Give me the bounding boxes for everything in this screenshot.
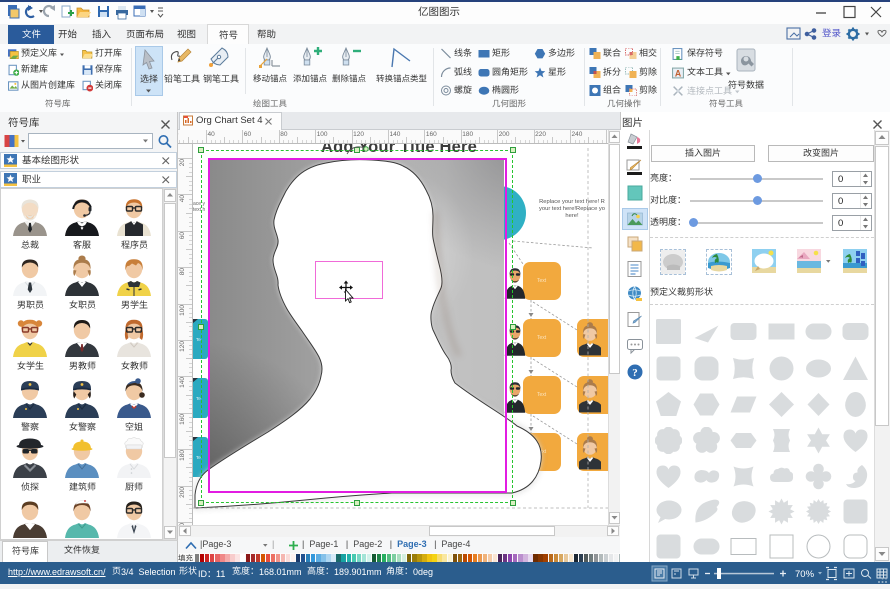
svg-text:70%: 70% bbox=[795, 569, 815, 580]
svg-text:?: ? bbox=[632, 367, 638, 379]
svg-text:A: A bbox=[675, 68, 682, 78]
